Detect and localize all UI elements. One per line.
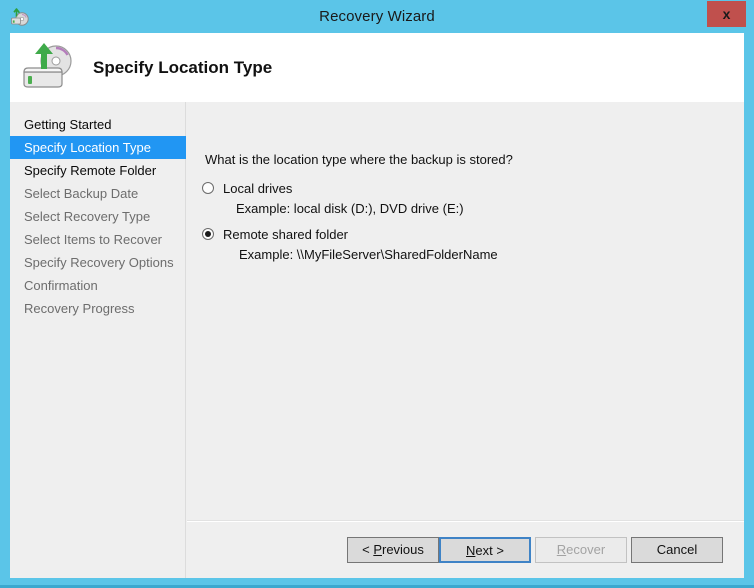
recovery-drive-icon — [18, 39, 80, 95]
wizard-steps-sidebar: Getting StartedSpecify Location TypeSpec… — [10, 102, 186, 578]
sidebar-item-select-backup-date: Select Backup Date — [10, 182, 186, 205]
location-option: Remote shared folder Example: \\MyFileSer… — [199, 224, 719, 262]
sidebar-item-select-items-to-recover: Select Items to Recover — [10, 228, 186, 251]
radio-option-example: Example: local disk (D:), DVD drive (E:) — [236, 201, 719, 216]
sidebar-item-recovery-progress: Recovery Progress — [10, 297, 186, 320]
next-button[interactable]: Next > — [439, 537, 531, 563]
location-option: Local drives Example: local disk (D:), DV… — [199, 178, 719, 216]
title-bar: Recovery Wizard x — [0, 0, 754, 33]
sidebar-item-specify-recovery-options: Specify Recovery Options — [10, 251, 186, 274]
radio-button-icon[interactable] — [202, 182, 214, 194]
close-icon[interactable]: x — [707, 1, 746, 27]
radio-option-label: Remote shared folder — [223, 227, 348, 242]
sidebar-item-specify-location-type[interactable]: Specify Location Type — [10, 136, 186, 159]
wizard-header: Specify Location Type — [10, 33, 744, 102]
window-client-area: Specify Location Type Getting StartedSpe… — [10, 33, 744, 578]
page-title: Specify Location Type — [93, 33, 272, 102]
wizard-steps-list: Getting StartedSpecify Location TypeSpec… — [10, 113, 186, 320]
radio-button-icon[interactable] — [202, 228, 214, 240]
radio-option-example: Example: \\MyFileServer\SharedFolderName — [239, 247, 719, 262]
location-type-radio-group: Local drives Example: local disk (D:), DV… — [199, 178, 719, 270]
radio-option-remote-shared-folder[interactable]: Remote shared folder — [199, 224, 719, 244]
sidebar-item-getting-started[interactable]: Getting Started — [10, 113, 186, 136]
radio-option-local-drives[interactable]: Local drives — [199, 178, 719, 198]
location-type-question: What is the location type where the back… — [205, 152, 513, 167]
cancel-button[interactable]: Cancel — [631, 537, 723, 563]
recovery-wizard-window: Recovery Wizard x Specify Location Typ — [0, 0, 754, 588]
wizard-content-panel: What is the location type where the back… — [187, 102, 744, 520]
wizard-button-bar: < Previous Next > Recover Cancel — [187, 522, 744, 578]
sidebar-item-confirmation: Confirmation — [10, 274, 186, 297]
radio-option-label: Local drives — [223, 181, 292, 196]
sidebar-item-select-recovery-type: Select Recovery Type — [10, 205, 186, 228]
window-title: Recovery Wizard — [0, 0, 754, 33]
recover-button: Recover — [535, 537, 627, 563]
sidebar-item-specify-remote-folder[interactable]: Specify Remote Folder — [10, 159, 186, 182]
previous-button[interactable]: < Previous — [347, 537, 439, 563]
